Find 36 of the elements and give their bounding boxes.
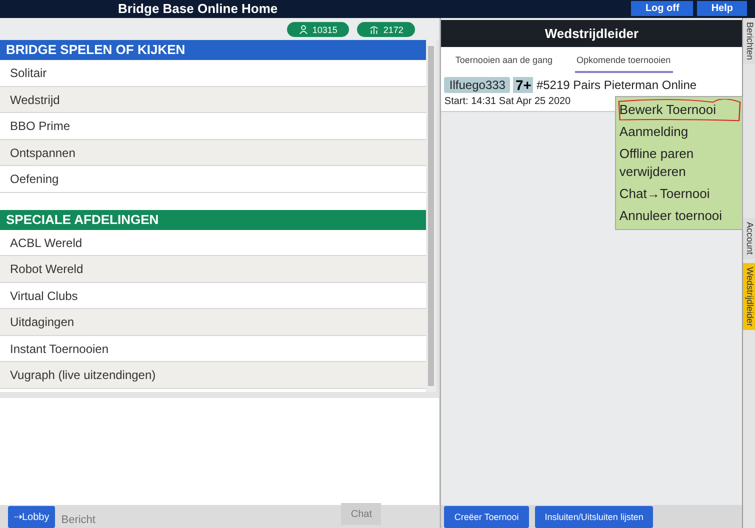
counter-badge: 10315 bbox=[287, 22, 350, 37]
menu-item[interactable]: Chat→Toernooi bbox=[616, 183, 742, 205]
lobby-item[interactable]: Virtual Clubs bbox=[0, 282, 426, 309]
table-icon bbox=[369, 25, 380, 34]
counter-badge: 2172 bbox=[357, 22, 416, 37]
menu-item[interactable]: Bewerk Toernooi bbox=[616, 99, 742, 121]
rating-badge: 7+ bbox=[513, 77, 534, 93]
lobby-button[interactable]: ⇢Lobby bbox=[8, 506, 56, 528]
lobby-item[interactable]: Uitdagingen bbox=[0, 309, 426, 336]
side-tab[interactable]: Berichten bbox=[743, 18, 755, 64]
lobby-item[interactable]: ACBL Wereld bbox=[0, 230, 426, 256]
menu-item[interactable]: Offline paren verwijderen bbox=[616, 143, 742, 183]
top-button[interactable]: Log off bbox=[631, 1, 694, 16]
side-tab[interactable]: Wedstrijdleider bbox=[743, 262, 755, 330]
lobby-item[interactable]: Ontspannen bbox=[0, 140, 426, 166]
host-name[interactable]: Ilfuego333 bbox=[444, 77, 510, 93]
scrollbar[interactable] bbox=[426, 40, 436, 392]
panel-title: Wedstrijdleider bbox=[441, 20, 742, 47]
tab[interactable]: Toernooien aan de gang bbox=[453, 47, 555, 73]
lobby-item[interactable]: Instant Toernooien bbox=[0, 336, 426, 362]
tournament-name[interactable]: #5219 Pairs Pieterman Online bbox=[536, 78, 697, 92]
section-header: SPECIALE AFDELINGEN bbox=[0, 210, 426, 230]
window-title: Bridge Base Online Home bbox=[118, 1, 278, 17]
person-icon bbox=[299, 25, 308, 34]
action-button[interactable]: Creëer Toernooi bbox=[444, 506, 529, 528]
section-header: BRIDGE SPELEN OF KIJKEN bbox=[0, 40, 426, 60]
lobby-item[interactable]: Vugraph (live uitzendingen) bbox=[0, 362, 426, 388]
lobby-item[interactable]: Wedstrijd bbox=[0, 86, 426, 113]
side-tab[interactable]: Account bbox=[743, 218, 755, 259]
top-button[interactable]: Help bbox=[697, 1, 747, 16]
menu-item[interactable]: Annuleer toernooi bbox=[616, 205, 742, 227]
lobby-item[interactable]: Robot Wereld bbox=[0, 256, 426, 282]
start-time: Start: 14:31 Sat Apr 25 2020 bbox=[444, 96, 572, 107]
action-button[interactable]: Insluiten/Uitsluiten lijsten bbox=[534, 506, 654, 528]
menu-item[interactable]: Aanmelding bbox=[616, 121, 742, 143]
message-field[interactable]: Bericht bbox=[61, 512, 336, 528]
